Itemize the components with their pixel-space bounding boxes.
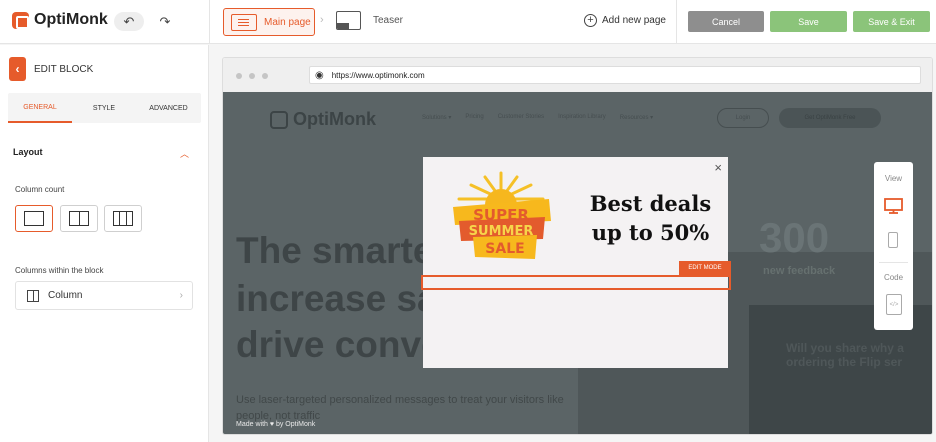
main-page-icon <box>231 13 257 31</box>
close-icon[interactable]: × <box>714 160 722 175</box>
popup-headline-line-2: up to 50% <box>591 220 710 245</box>
browser-bar: ◉ https://www.optimonk.com <box>223 58 932 92</box>
stat-number: 300 <box>759 214 830 261</box>
sidebar-title: EDIT BLOCK <box>34 64 94 75</box>
hero-heading-line: drive conve <box>236 324 442 365</box>
optimonk-logo-icon <box>12 11 29 29</box>
device-panel-divider <box>879 262 908 263</box>
redo-button[interactable]: ↷ <box>150 12 180 31</box>
tab-advanced[interactable]: ADVANCED <box>136 93 201 123</box>
app-logo: OptiMonk <box>12 11 108 29</box>
code-label: Code <box>883 273 904 282</box>
url-field[interactable]: ◉ https://www.optimonk.com <box>309 66 921 84</box>
popup-headline[interactable]: Best deals up to 50% <box>583 189 718 247</box>
feedback-card-text: Will you share why a ordering the Flip s… <box>786 341 904 369</box>
column-icon <box>27 289 39 302</box>
cancel-button[interactable]: Cancel <box>688 11 764 32</box>
teaser-label: Teaser <box>373 15 404 26</box>
column-item-label: Column <box>48 290 83 301</box>
column-list-item[interactable]: Column › <box>15 281 193 310</box>
save-and-exit-button[interactable]: Save & Exit <box>853 11 930 32</box>
site-nav-item: Resources ▾ <box>619 115 654 121</box>
popup-headline-line-1: Best deals <box>589 191 712 216</box>
site-nav-item: Inspiration Library <box>558 114 606 120</box>
site-logo-text: OptiMonk <box>293 109 376 129</box>
toolbar-divider <box>209 0 210 44</box>
top-toolbar: OptiMonk ↶ ↷ Main page › Teaser + Add ne… <box>0 0 936 44</box>
page-tab-teaser[interactable]: Teaser <box>336 11 403 30</box>
sidebar-tabs: GENERAL STYLE ADVANCED <box>8 93 201 123</box>
column-count-label: Column count <box>15 185 65 194</box>
summer-sale-badge-image: SUPER SUMMER SALE <box>453 171 551 259</box>
main-page-label: Main page <box>264 16 311 28</box>
plus-circle-icon: + <box>584 14 597 27</box>
site-nav-item: Solutions ▾ <box>422 115 452 121</box>
window-dot <box>262 73 268 79</box>
hero-heading-line: increase sa <box>236 278 438 319</box>
chevron-right-icon: › <box>320 14 324 26</box>
two-column-icon <box>69 211 89 226</box>
column-count-2-option[interactable] <box>60 205 98 232</box>
layout-section-title: Layout <box>13 147 43 157</box>
chevron-right-icon: › <box>179 290 183 301</box>
made-with-badge: Made with ♥ by OptiMonk <box>236 421 316 428</box>
chevron-up-icon[interactable]: ︿ <box>180 147 189 160</box>
tab-style[interactable]: STYLE <box>72 93 136 123</box>
one-column-icon <box>24 211 44 226</box>
edit-block-sidebar: ‹ EDIT BLOCK GENERAL STYLE ADVANCED Layo… <box>0 45 209 442</box>
site-nav-item: Customer Stories <box>497 114 545 120</box>
site-login-button: Login <box>717 108 769 128</box>
teaser-icon <box>336 11 361 30</box>
add-new-page-label: Add new page <box>602 15 666 26</box>
chevron-left-icon: ‹ <box>15 62 20 76</box>
redo-icon: ↷ <box>159 13 171 29</box>
code-file-icon[interactable]: </> <box>886 294 902 315</box>
hero-heading-line: The smarte <box>236 230 434 271</box>
window-dot <box>236 73 242 79</box>
site-logo: OptiMonk <box>270 109 376 130</box>
badge-word-sale: SALE <box>485 241 524 257</box>
tab-general[interactable]: GENERAL <box>8 93 72 123</box>
site-logo-icon <box>270 110 288 129</box>
app-name: OptiMonk <box>34 11 108 28</box>
back-button[interactable]: ‹ <box>9 57 26 81</box>
stat-label: new feedback <box>763 265 836 277</box>
desktop-icon[interactable] <box>884 198 903 214</box>
three-column-icon <box>113 211 133 226</box>
device-panel: View Code </> <box>874 162 913 330</box>
columns-within-block-label: Columns within the block <box>15 266 104 275</box>
column-count-1-option[interactable] <box>15 205 53 232</box>
page-tab-main[interactable]: Main page <box>223 8 315 36</box>
url-text: https://www.optimonk.com <box>331 70 425 80</box>
add-new-page-button[interactable]: + Add new page <box>584 14 666 27</box>
badge-word-summer: SUMMER <box>469 224 534 239</box>
save-button[interactable]: Save <box>770 11 847 32</box>
column-count-3-option[interactable] <box>104 205 142 232</box>
site-nav-item: Pricing <box>465 114 484 120</box>
eye-icon: ◉ <box>315 69 324 81</box>
site-cta-button: Get OptiMonk Free <box>779 108 881 128</box>
hero-subtitle: Use laser-targeted personalized messages… <box>236 394 564 422</box>
edit-mode-tag[interactable]: EDIT MODE <box>679 261 731 275</box>
toolbar-divider <box>676 0 677 44</box>
mobile-icon[interactable] <box>888 232 898 248</box>
badge-word-super: SUPER <box>473 206 529 224</box>
selected-block-outline[interactable] <box>421 275 731 290</box>
site-nav: Solutions ▾ Pricing Customer Stories Ins… <box>422 114 653 121</box>
undo-icon: ↶ <box>123 13 135 29</box>
window-dot <box>249 73 255 79</box>
undo-button[interactable]: ↶ <box>114 12 144 31</box>
view-label: View <box>884 174 903 183</box>
